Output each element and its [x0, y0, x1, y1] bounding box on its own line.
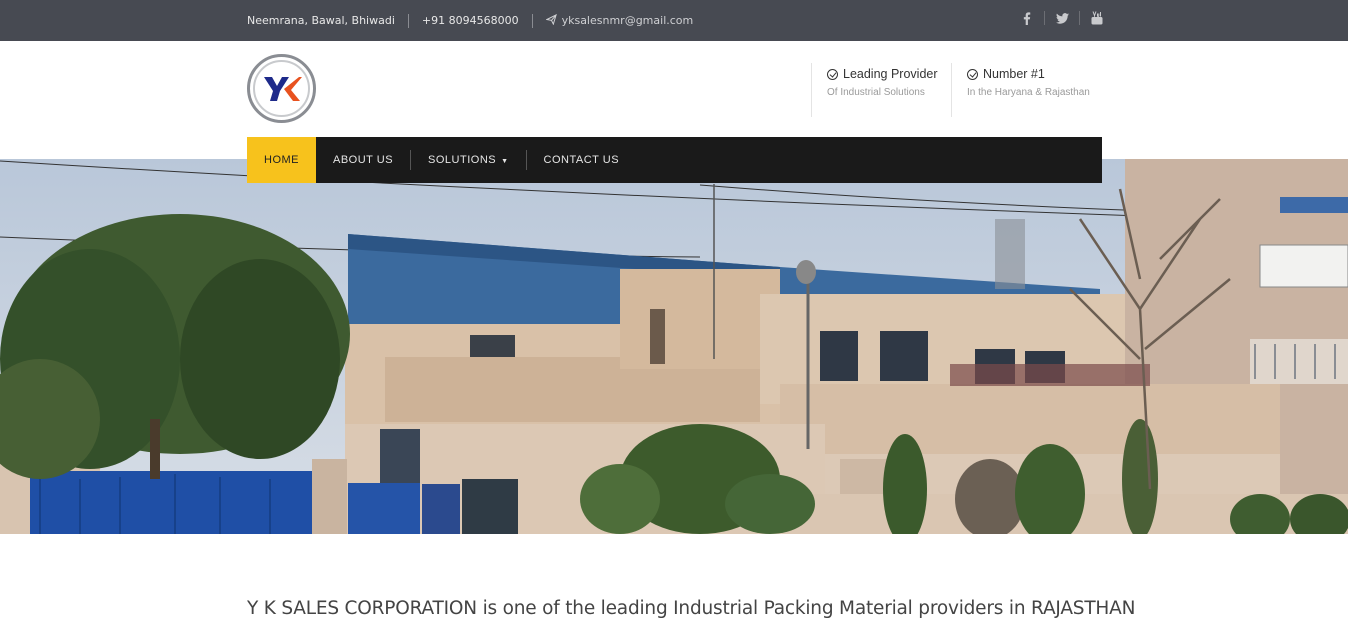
nav-item-solutions[interactable]: SOLUTIONS ▼	[411, 137, 526, 183]
check-circle-icon	[967, 68, 978, 80]
nav-item-about-us[interactable]: ABOUT US	[316, 137, 410, 183]
feature-subtitle: Of Industrial Solutions	[827, 87, 925, 98]
nav-item-contact-us[interactable]: CONTACT US	[527, 137, 637, 183]
social-links	[1018, 0, 1106, 36]
phone-text[interactable]: +91 8094568000	[422, 14, 519, 27]
email-text: yksalesnmr@gmail.com	[561, 14, 694, 27]
hero-banner	[0, 159, 1348, 534]
logo-ring	[253, 60, 310, 117]
feature-subtitle: In the Haryana & Rajasthan	[967, 87, 1090, 98]
nav-item-home[interactable]: HOME	[247, 137, 316, 183]
paper-plane-icon	[544, 13, 557, 28]
feature-title: Number #1	[983, 67, 1045, 81]
feature-leading-provider: Leading Provider Of Industrial Solutions	[811, 63, 938, 117]
check-circle-icon	[827, 68, 838, 80]
location-text: Neemrana, Bawal, Bhiwadi	[247, 14, 395, 27]
divider	[531, 13, 533, 28]
company-logo[interactable]	[247, 54, 316, 123]
feature-title: Leading Provider	[843, 67, 938, 81]
chevron-down-icon: ▼	[501, 157, 509, 165]
intro-text: Y K SALES CORPORATION is one of the lead…	[247, 598, 1136, 619]
facebook-icon[interactable]	[1018, 9, 1036, 27]
top-bar: Neemrana, Bawal, Bhiwadi +91 8094568000 …	[0, 0, 1348, 41]
email-link[interactable]: yksalesnmr@gmail.com	[544, 13, 694, 28]
nav-item-label: SOLUTIONS	[428, 154, 497, 166]
youtube-icon[interactable]	[1088, 9, 1106, 27]
feature-number-one: Number #1 In the Haryana & Rajasthan	[951, 63, 1090, 117]
divider	[1079, 11, 1080, 25]
twitter-icon[interactable]	[1053, 9, 1071, 27]
contact-info: Neemrana, Bawal, Bhiwadi +91 8094568000 …	[247, 0, 693, 41]
divider	[407, 13, 409, 28]
factory-building-photo	[0, 159, 1348, 534]
yk-logo-mark	[263, 76, 302, 101]
main-nav: HOME ABOUT US SOLUTIONS ▼ CONTACT US	[247, 137, 1102, 183]
divider	[1044, 11, 1045, 25]
